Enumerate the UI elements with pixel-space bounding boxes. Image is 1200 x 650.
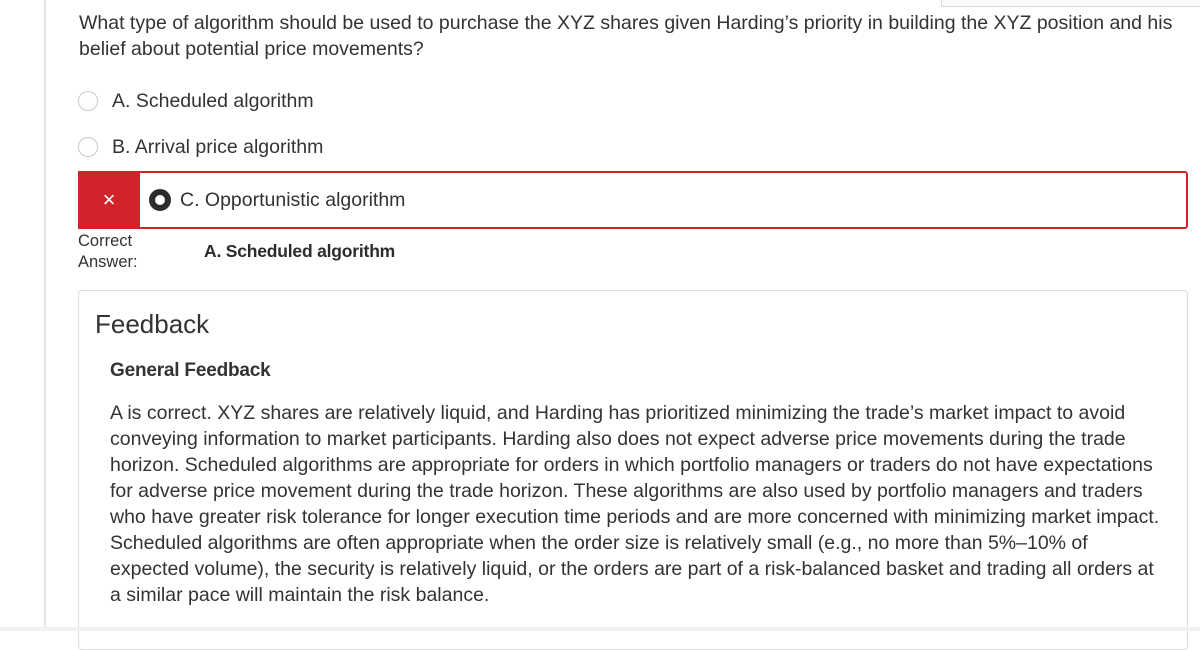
option-b-label: B. Arrival price algorithm — [112, 135, 324, 158]
bottom-edge — [0, 627, 1200, 631]
option-c-label: C. Opportunistic algorithm — [180, 188, 406, 211]
correct-answer-value: A. Scheduled algorithm — [204, 241, 396, 261]
question-text: What type of algorithm should be used to… — [79, 12, 1173, 60]
incorrect-x-icon: × — [78, 171, 140, 229]
feedback-panel: Feedback General Feedback A is correct. … — [78, 290, 1188, 650]
general-feedback-title: General Feedback — [110, 360, 271, 381]
feedback-title: Feedback — [95, 309, 210, 339]
general-feedback-text: A is correct. XYZ shares are relatively … — [110, 402, 1160, 606]
left-rail-divider — [44, 0, 46, 631]
radio-unselected-icon[interactable] — [78, 91, 98, 111]
radio-unselected-icon[interactable] — [78, 137, 98, 157]
radio-selected-icon[interactable] — [149, 189, 171, 211]
option-c-selected-incorrect[interactable]: × C. Opportunistic algorithm — [78, 171, 1188, 229]
option-a-label: A. Scheduled algorithm — [112, 89, 314, 112]
option-a[interactable]: A. Scheduled algorithm — [78, 86, 314, 116]
option-b[interactable]: B. Arrival price algorithm — [78, 132, 323, 162]
correct-answer-label: Correct Answer: — [78, 232, 138, 271]
top-panel-corner — [941, 0, 1200, 7]
